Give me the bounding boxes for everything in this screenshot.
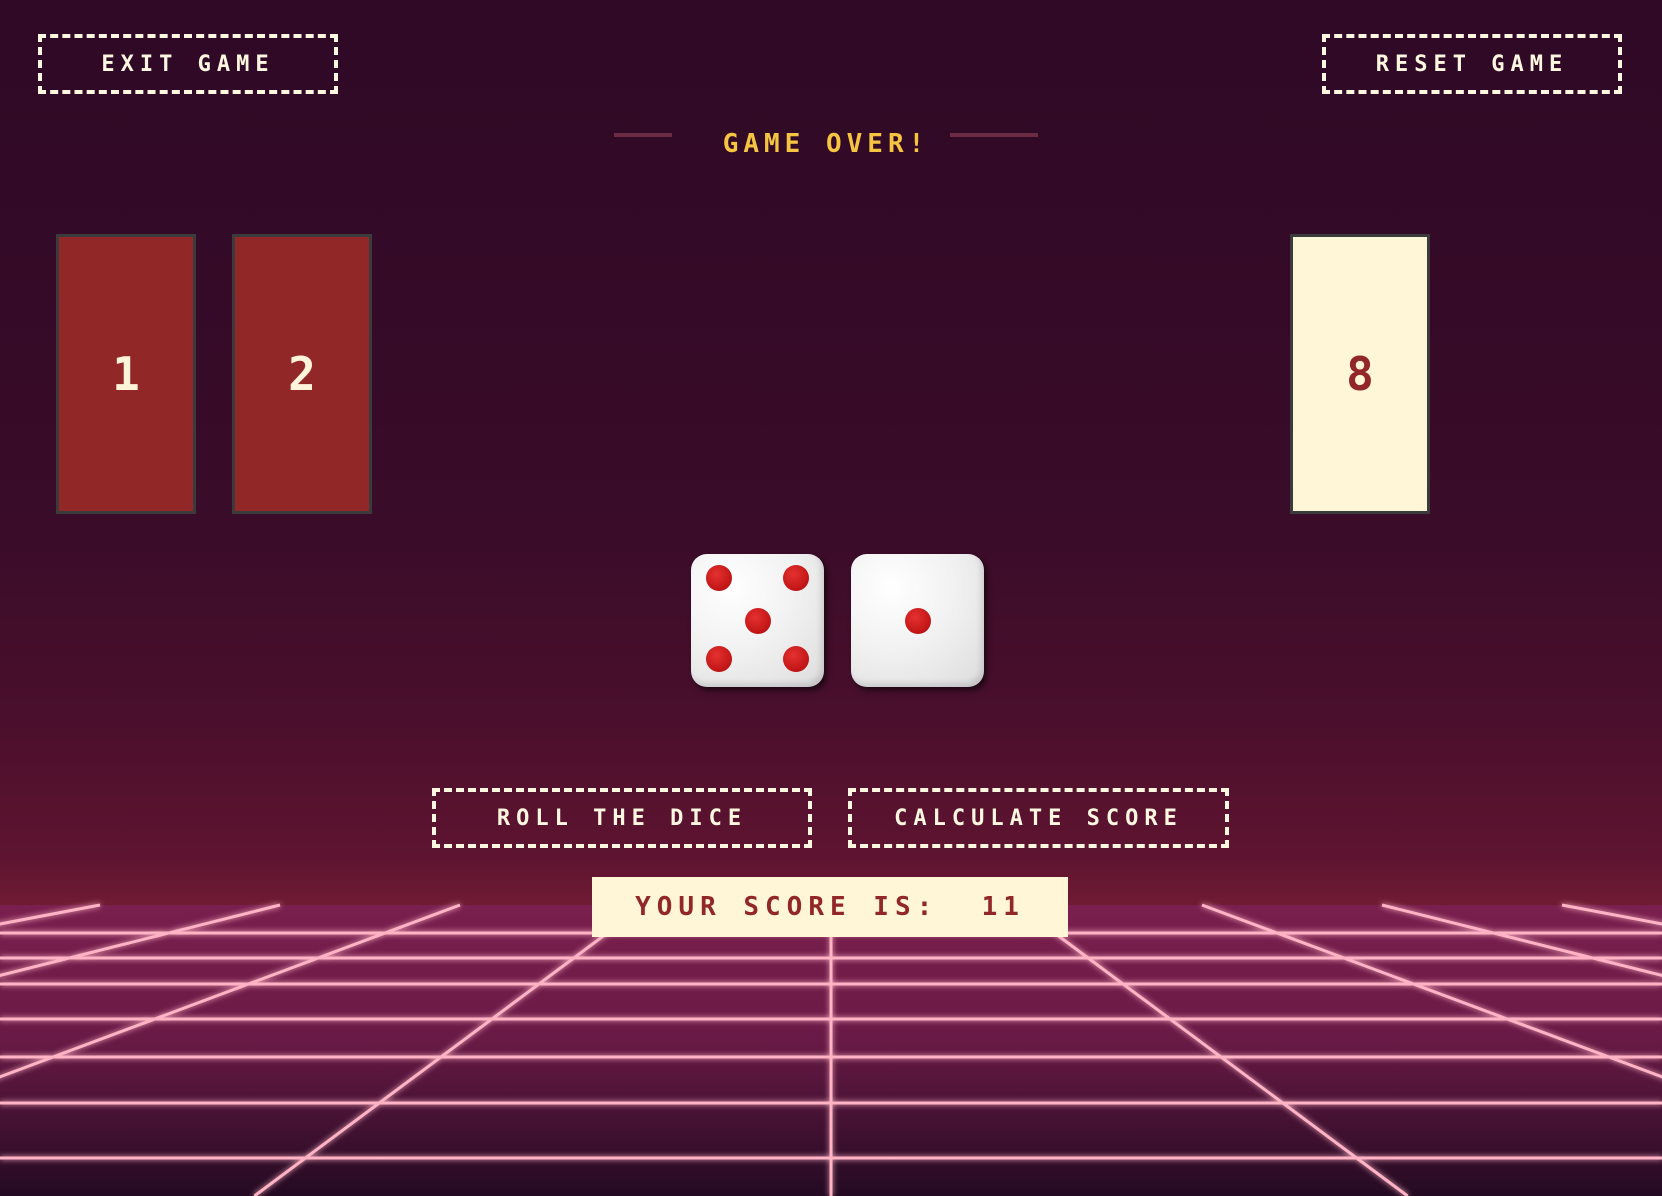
die-two xyxy=(851,554,984,687)
calculate-score-button[interactable]: CALCULATE SCORE xyxy=(848,788,1229,848)
number-tile-2[interactable]: 2 xyxy=(232,234,372,514)
score-spacer xyxy=(938,892,981,922)
die-pip xyxy=(783,646,810,673)
score-value: 11 xyxy=(981,892,1025,922)
score-display: YOUR SCORE IS: 11 xyxy=(592,877,1068,937)
die-pip xyxy=(744,607,771,634)
roll-dice-button[interactable]: ROLL THE DICE xyxy=(432,788,812,848)
die-pip xyxy=(705,646,732,673)
die-pip xyxy=(783,564,810,591)
game-status-message: GAME OVER! xyxy=(722,129,930,159)
number-tile-1[interactable]: 1 xyxy=(56,234,196,514)
number-tile-8[interactable]: 8 xyxy=(1290,234,1430,514)
die-pip xyxy=(904,607,931,634)
die-pip xyxy=(705,564,732,591)
neon-grid-floor xyxy=(0,901,1662,1196)
reset-game-button[interactable]: RESET GAME xyxy=(1322,34,1622,94)
die-one xyxy=(691,554,824,687)
exit-game-button[interactable]: EXIT GAME xyxy=(38,34,338,94)
score-label: YOUR SCORE IS: xyxy=(635,892,939,922)
